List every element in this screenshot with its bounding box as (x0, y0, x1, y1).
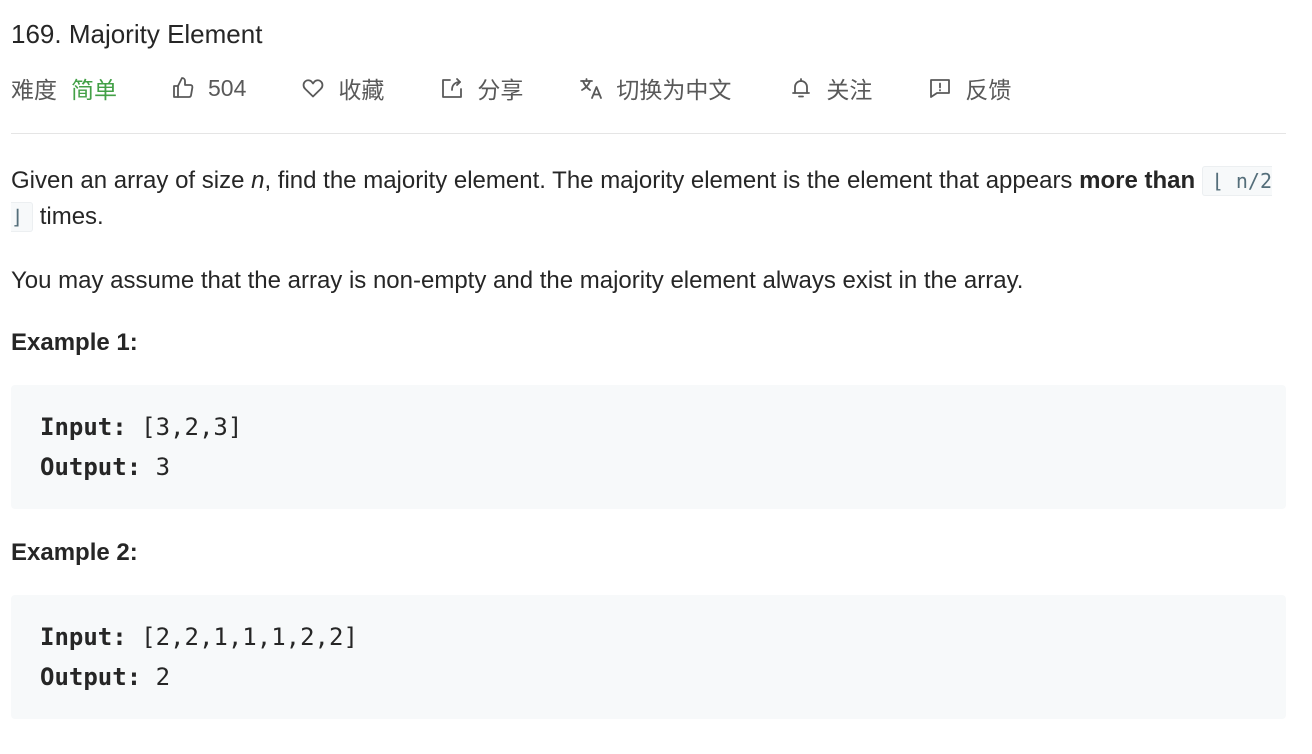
problem-description: Given an array of size n, find the major… (11, 163, 1286, 745)
example-1-title: Example 1: (11, 329, 138, 356)
feedback-label: 反馈 (965, 77, 1012, 103)
translate-label: 切换为中文 (616, 77, 732, 103)
example-input-line: Input: [3,2,3] (40, 407, 1257, 447)
problem-meta-bar: 难度 简单 504 收藏 分享 切换为中文 关注 反馈 (11, 70, 1011, 106)
follow-button[interactable]: 关注 (788, 71, 872, 105)
description-paragraph-1: Given an array of size n, find the major… (11, 163, 1286, 235)
translate-button[interactable]: 切换为中文 (578, 71, 731, 105)
thumbs-up-icon (170, 75, 196, 101)
feedback-button[interactable]: 反馈 (927, 71, 1011, 105)
description-text: times. (33, 203, 104, 230)
output-label: Output: (40, 453, 142, 481)
input-label: Input: (40, 623, 127, 651)
example-2-code: Input: [2,2,1,1,1,2,2] Output: 2 (11, 595, 1286, 719)
example-output-line: Output: 2 (40, 657, 1257, 697)
like-button[interactable]: 504 (170, 75, 246, 102)
translate-icon (578, 75, 604, 101)
header-divider (11, 133, 1286, 134)
bell-icon (788, 75, 814, 101)
difficulty-value: 简单 (71, 77, 117, 103)
feedback-icon (927, 75, 953, 101)
favorite-button[interactable]: 收藏 (300, 71, 384, 105)
input-value: [3,2,3] (126, 413, 243, 441)
share-label: 分享 (477, 77, 524, 103)
output-value: 2 (141, 663, 171, 691)
share-icon (439, 75, 465, 101)
example-1-code: Input: [3,2,3] Output: 3 (11, 385, 1286, 509)
difficulty: 难度 简单 (11, 71, 117, 105)
example-input-line: Input: [2,2,1,1,1,2,2] (40, 617, 1257, 657)
share-button[interactable]: 分享 (439, 71, 523, 105)
example-output-line: Output: 3 (40, 447, 1257, 487)
description-paragraph-2: You may assume that the array is non-emp… (11, 267, 1024, 294)
output-label: Output: (40, 663, 142, 691)
difficulty-label: 难度 (11, 77, 57, 103)
heart-icon (300, 75, 326, 101)
input-value: [2,2,1,1,1,2,2] (126, 623, 358, 651)
favorite-label: 收藏 (338, 77, 385, 103)
description-text: Given an array of size (11, 167, 252, 194)
output-value: 3 (141, 453, 171, 481)
like-count: 504 (208, 74, 247, 101)
emphasis-text: more than (1079, 167, 1196, 194)
example-2-title: Example 2: (11, 539, 138, 566)
input-label: Input: (40, 413, 127, 441)
description-text: , find the majority element. The majorit… (264, 167, 1080, 194)
problem-title: 169. Majority Element (11, 19, 263, 49)
variable-n: n (251, 167, 265, 194)
follow-label: 关注 (826, 77, 873, 103)
